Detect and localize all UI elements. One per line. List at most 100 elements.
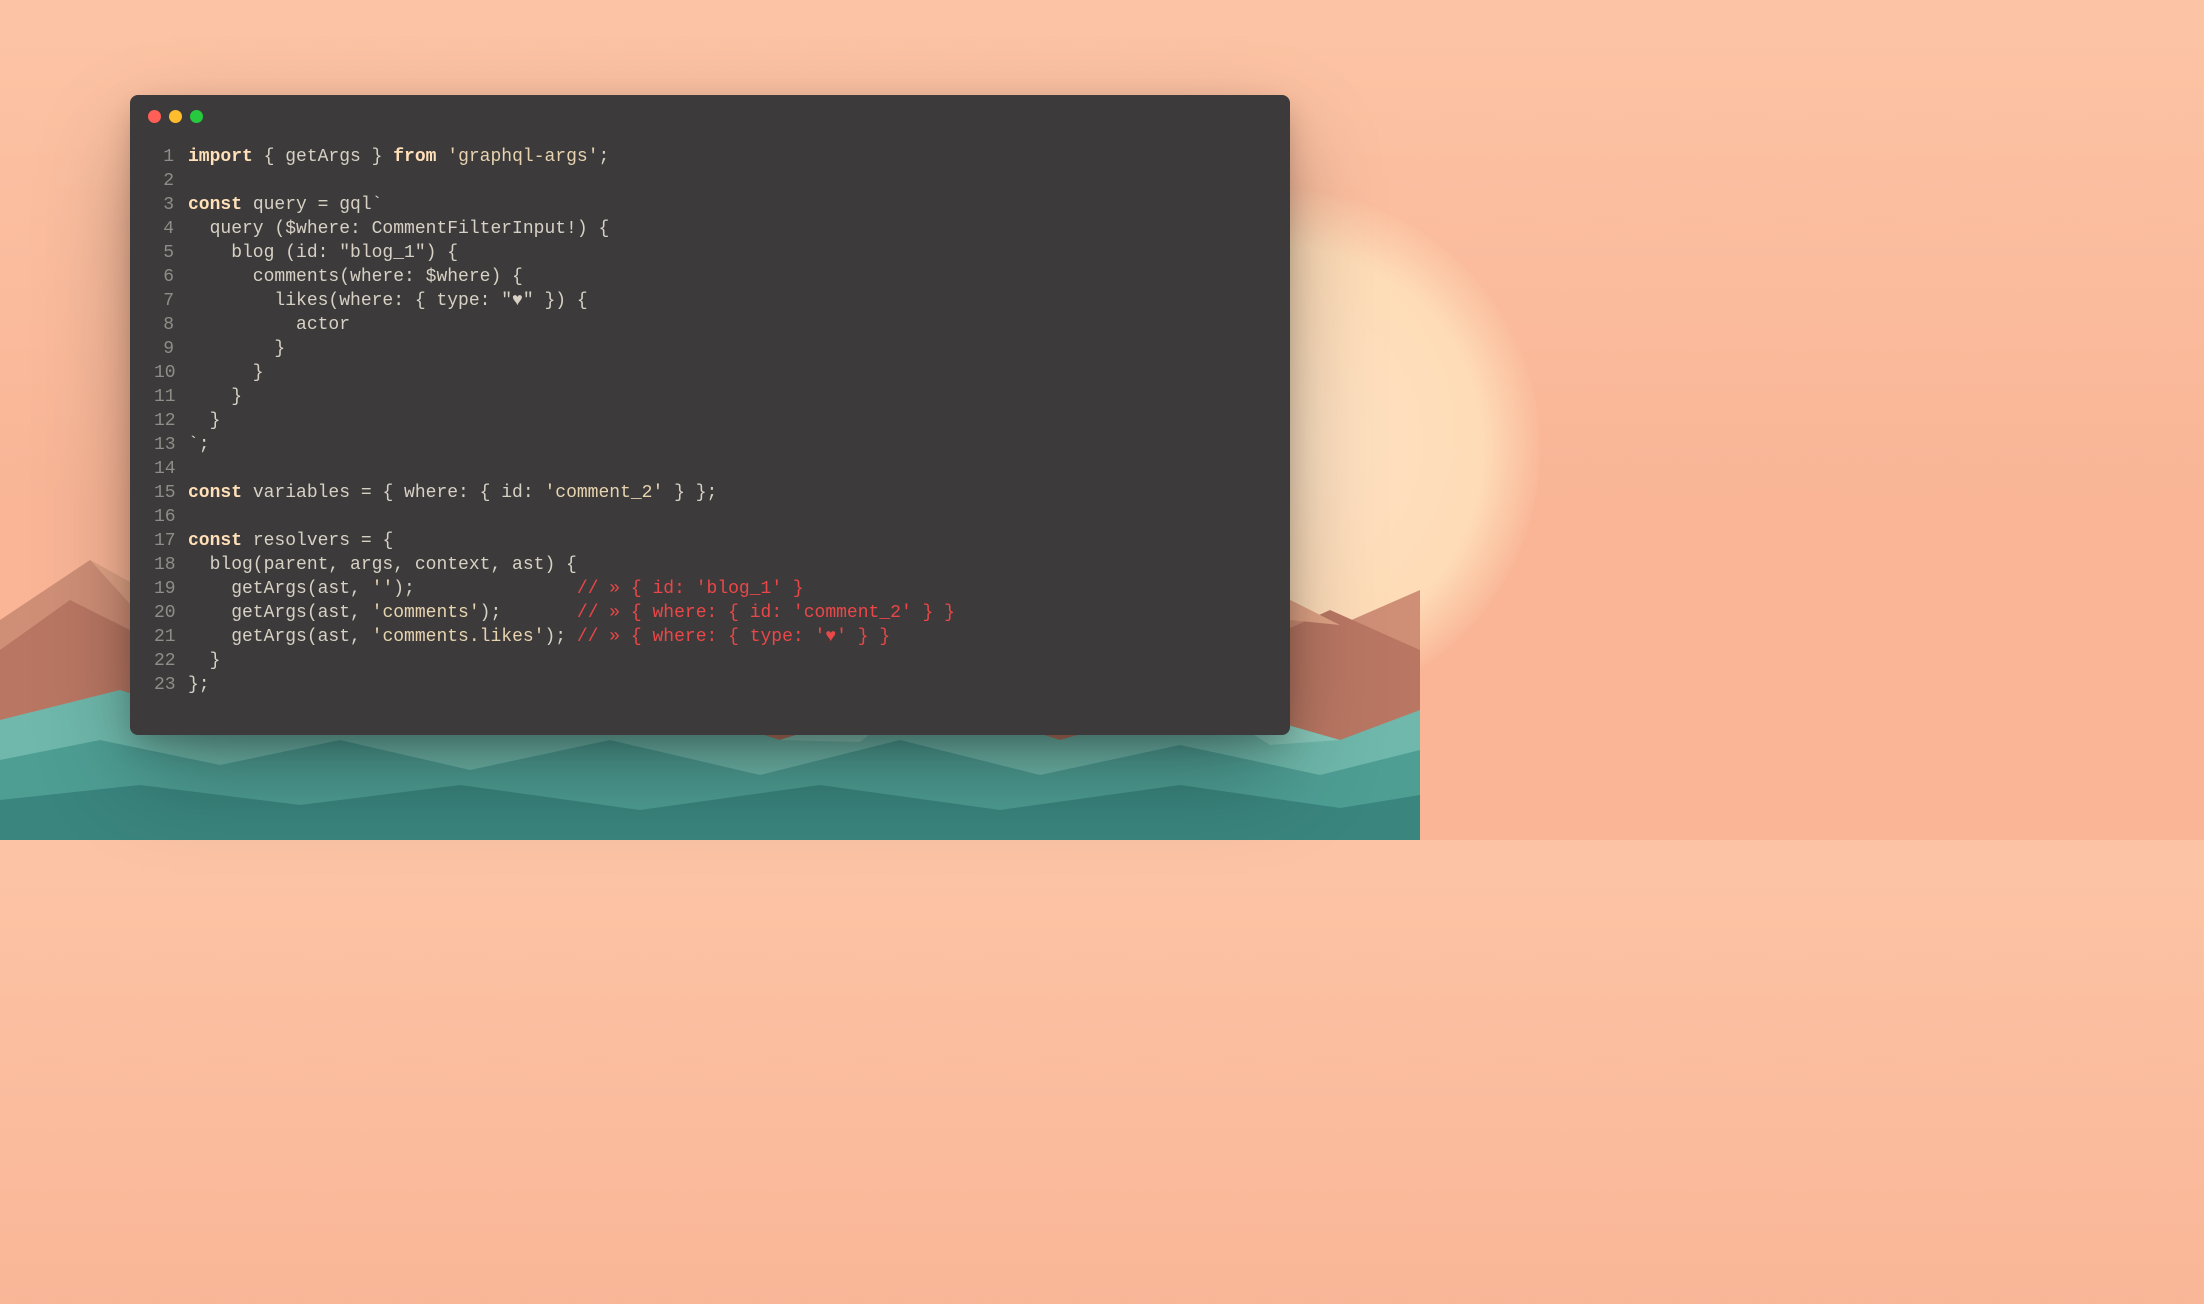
code-line: 9 }: [154, 337, 1266, 361]
code-token-keyword: const: [188, 195, 242, 215]
code-token-default: getArgs(ast,: [188, 579, 372, 599]
code-token-default: }: [188, 651, 220, 671]
code-content: comments(where: $where) {: [188, 265, 523, 289]
code-content: likes(where: { type: "♥" }) {: [188, 289, 588, 313]
code-token-default: variables = { where: { id:: [242, 483, 544, 503]
code-content: getArgs(ast, ''); // » { id: 'blog_1' }: [188, 577, 804, 601]
code-token-default: blog (id: "blog_1") {: [188, 243, 458, 263]
line-number: 8: [154, 313, 188, 337]
minimize-button[interactable]: [169, 110, 182, 123]
code-content: }: [188, 361, 264, 385]
line-number: 13: [154, 433, 188, 457]
line-number: 1: [154, 145, 188, 169]
code-token-string: 'comments.likes': [372, 627, 545, 647]
code-token-default: [436, 147, 447, 167]
code-content: getArgs(ast, 'comments.likes'); // » { w…: [188, 625, 890, 649]
code-token-keyword: from: [393, 147, 436, 167]
code-line: 5 blog (id: "blog_1") {: [154, 241, 1266, 265]
code-token-default: comments(where: $where) {: [188, 267, 523, 287]
line-number: 5: [154, 241, 188, 265]
code-content: }: [188, 409, 220, 433]
code-token-default: `;: [188, 435, 210, 455]
code-line: 19 getArgs(ast, ''); // » { id: 'blog_1'…: [154, 577, 1266, 601]
code-line: 14: [154, 457, 1266, 481]
line-number: 19: [154, 577, 188, 601]
code-content: }: [188, 385, 242, 409]
code-token-default: getArgs(ast,: [188, 603, 372, 623]
code-token-keyword: const: [188, 531, 242, 551]
code-token-default: ;: [599, 147, 610, 167]
code-token-default: query = gql`: [242, 195, 382, 215]
code-token-default: );: [544, 627, 576, 647]
code-line: 12 }: [154, 409, 1266, 433]
code-content: const query = gql`: [188, 193, 382, 217]
code-token-string: 'comment_2': [544, 483, 663, 503]
line-number: 9: [154, 337, 188, 361]
line-number: 15: [154, 481, 188, 505]
code-token-default: query ($where: CommentFilterInput!) {: [188, 219, 609, 239]
line-number: 4: [154, 217, 188, 241]
code-token-keyword: import: [188, 147, 253, 167]
line-number: 11: [154, 385, 188, 409]
code-token-string: 'graphql-args': [447, 147, 598, 167]
code-line: 2: [154, 169, 1266, 193]
code-content: `;: [188, 433, 210, 457]
code-area[interactable]: 1import { getArgs } from 'graphql-args';…: [130, 137, 1290, 697]
code-content: }: [188, 649, 220, 673]
code-line: 20 getArgs(ast, 'comments'); // » { wher…: [154, 601, 1266, 625]
line-number: 22: [154, 649, 188, 673]
code-token-default: } };: [663, 483, 717, 503]
code-token-comment: // » { id: 'blog_1' }: [577, 579, 804, 599]
code-line: 13`;: [154, 433, 1266, 457]
line-number: 6: [154, 265, 188, 289]
code-token-default: likes(where: { type: "♥" }) {: [188, 291, 588, 311]
code-line: 4 query ($where: CommentFilterInput!) {: [154, 217, 1266, 241]
code-line: 23};: [154, 673, 1266, 697]
code-token-comment: // » { where: { type: '♥' } }: [577, 627, 890, 647]
code-line: 6 comments(where: $where) {: [154, 265, 1266, 289]
code-content: getArgs(ast, 'comments'); // » { where: …: [188, 601, 955, 625]
line-number: 7: [154, 289, 188, 313]
code-line: 10 }: [154, 361, 1266, 385]
line-number: 17: [154, 529, 188, 553]
code-line: 15const variables = { where: { id: 'comm…: [154, 481, 1266, 505]
code-token-default: }: [188, 411, 220, 431]
code-token-default: }: [188, 387, 242, 407]
code-token-comment: // » { where: { id: 'comment_2' } }: [577, 603, 955, 623]
line-number: 3: [154, 193, 188, 217]
code-line: 1import { getArgs } from 'graphql-args';: [154, 145, 1266, 169]
code-content: };: [188, 673, 210, 697]
line-number: 18: [154, 553, 188, 577]
code-token-default: );: [480, 603, 577, 623]
code-line: 17const resolvers = {: [154, 529, 1266, 553]
line-number: 14: [154, 457, 188, 481]
line-number: 23: [154, 673, 188, 697]
code-token-default: resolvers = {: [242, 531, 393, 551]
code-token-default: { getArgs }: [253, 147, 393, 167]
line-number: 16: [154, 505, 188, 529]
code-content: blog(parent, args, context, ast) {: [188, 553, 577, 577]
code-token-default: }: [188, 339, 285, 359]
code-content: blog (id: "blog_1") {: [188, 241, 458, 265]
line-number: 12: [154, 409, 188, 433]
zoom-button[interactable]: [190, 110, 203, 123]
close-button[interactable]: [148, 110, 161, 123]
code-token-default: };: [188, 675, 210, 695]
code-token-default: }: [188, 363, 264, 383]
code-line: 3const query = gql`: [154, 193, 1266, 217]
code-line: 7 likes(where: { type: "♥" }) {: [154, 289, 1266, 313]
code-line: 18 blog(parent, args, context, ast) {: [154, 553, 1266, 577]
code-content: const variables = { where: { id: 'commen…: [188, 481, 717, 505]
code-token-string: 'comments': [372, 603, 480, 623]
code-line: 16: [154, 505, 1266, 529]
code-content: const resolvers = {: [188, 529, 393, 553]
code-content: }: [188, 337, 285, 361]
line-number: 21: [154, 625, 188, 649]
code-line: 8 actor: [154, 313, 1266, 337]
line-number: 2: [154, 169, 188, 193]
code-token-default: );: [393, 579, 577, 599]
line-number: 10: [154, 361, 188, 385]
code-token-default: blog(parent, args, context, ast) {: [188, 555, 577, 575]
code-content: query ($where: CommentFilterInput!) {: [188, 217, 609, 241]
code-token-keyword: const: [188, 483, 242, 503]
